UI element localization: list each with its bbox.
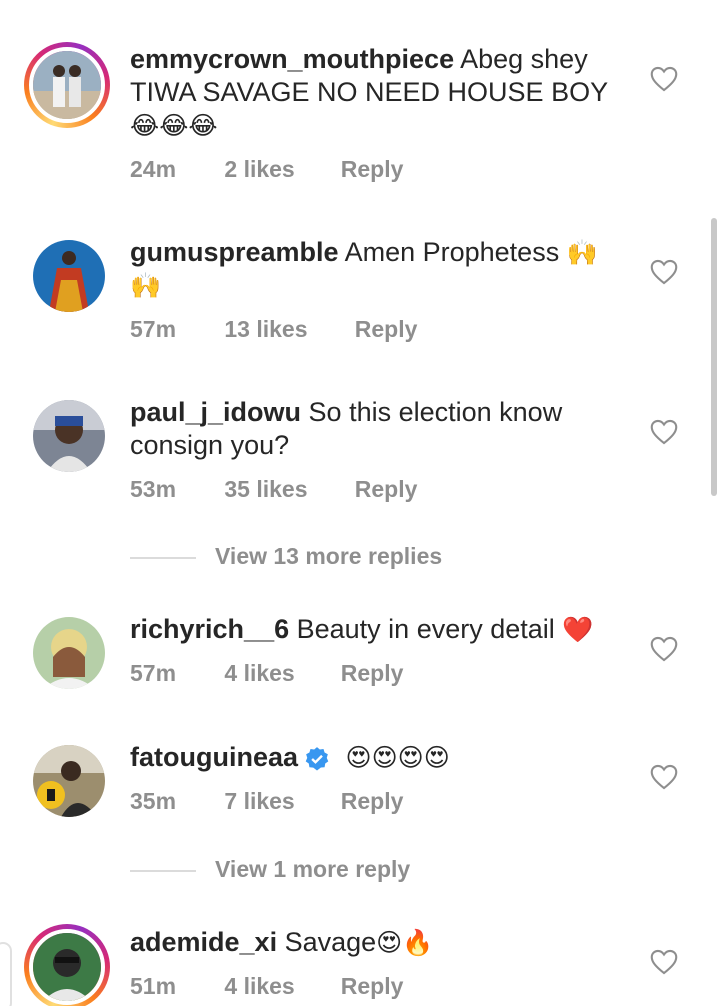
comment-body: Beauty in every detail: [296, 614, 555, 644]
comment-emoji: ❤️: [562, 615, 594, 644]
comment-username[interactable]: gumuspreamble: [130, 237, 339, 267]
scrollbar[interactable]: [711, 218, 717, 496]
comment-meta: 51m 4 likes Reply: [130, 973, 403, 1000]
heart-icon[interactable]: [650, 636, 678, 662]
comment-time: 53m: [130, 476, 177, 502]
comment-username[interactable]: ademide_xi: [130, 927, 277, 957]
verified-badge-icon: [305, 746, 329, 771]
view-more-label[interactable]: View 13 more replies: [215, 543, 442, 570]
comment-emoji: 😂😂😂: [130, 111, 218, 140]
comment-emoji: 😍😍😍😍: [345, 743, 450, 772]
comment-text-block: fatouguineaa 😍😍😍😍: [130, 741, 610, 774]
comment-likes[interactable]: 2 likes: [224, 156, 334, 183]
comment-text-block: richyrich__6 Beauty in every detail ❤️: [130, 613, 610, 646]
comment-likes[interactable]: 7 likes: [224, 788, 334, 815]
reply-button[interactable]: Reply: [355, 476, 418, 503]
comment-text-block: ademide_xi Savage😍🔥: [130, 926, 610, 959]
comment-text-block: gumuspreamble Amen Prophetess 🙌🙌: [130, 236, 610, 302]
comment-time: 51m: [130, 973, 177, 999]
comment-username[interactable]: richyrich__6: [130, 614, 289, 644]
comment-text-block: emmycrown_mouthpiece Abeg shey TIWA SAVA…: [130, 43, 610, 142]
reply-button[interactable]: Reply: [341, 156, 404, 183]
comment-likes[interactable]: 4 likes: [224, 973, 334, 1000]
comment-body: Amen Prophetess: [344, 237, 560, 267]
heart-icon[interactable]: [650, 66, 678, 92]
divider: [130, 870, 196, 872]
comment-username[interactable]: emmycrown_mouthpiece: [130, 44, 454, 74]
reply-button[interactable]: Reply: [355, 316, 418, 343]
comment-meta: 24m 2 likes Reply: [130, 156, 403, 183]
comment-text-block: paul_j_idowu So this election know consi…: [130, 396, 610, 462]
comment-meta: 35m 7 likes Reply: [130, 788, 403, 815]
comment-meta: 53m 35 likes Reply: [130, 476, 417, 503]
reply-button[interactable]: Reply: [341, 788, 404, 815]
avatar[interactable]: [33, 240, 105, 312]
reply-button[interactable]: Reply: [341, 973, 404, 1000]
comment-meta: 57m 13 likes Reply: [130, 316, 417, 343]
view-more-replies[interactable]: View 13 more replies: [130, 537, 530, 577]
avatar: [29, 47, 105, 123]
view-more-label[interactable]: View 1 more reply: [215, 856, 410, 883]
heart-icon[interactable]: [650, 259, 678, 285]
avatar[interactable]: [33, 617, 105, 689]
heart-icon[interactable]: [650, 419, 678, 445]
divider: [130, 557, 196, 559]
comment-likes[interactable]: 35 likes: [224, 476, 348, 503]
avatar[interactable]: [33, 745, 105, 817]
comment-body: Savage: [284, 927, 377, 957]
view-more-replies[interactable]: View 1 more reply: [130, 850, 530, 890]
comment-meta: 57m 4 likes Reply: [130, 660, 403, 687]
comment-time: 57m: [130, 660, 177, 686]
avatar: [29, 929, 105, 1005]
avatar-story-ring[interactable]: [24, 42, 110, 128]
comment-username[interactable]: paul_j_idowu: [130, 397, 301, 427]
comment-emoji: 😍🔥: [376, 928, 434, 957]
heart-icon[interactable]: [650, 764, 678, 790]
comment-time: 24m: [130, 156, 177, 182]
comment-likes[interactable]: 13 likes: [224, 316, 348, 343]
reply-button[interactable]: Reply: [341, 660, 404, 687]
edge-handle: [0, 942, 12, 1006]
avatar[interactable]: [33, 400, 105, 472]
avatar-story-ring[interactable]: [24, 924, 110, 1006]
comment-username[interactable]: fatouguineaa: [130, 742, 298, 772]
comment-likes[interactable]: 4 likes: [224, 660, 334, 687]
heart-icon[interactable]: [650, 949, 678, 975]
comment-time: 35m: [130, 788, 177, 814]
comment-time: 57m: [130, 316, 177, 342]
